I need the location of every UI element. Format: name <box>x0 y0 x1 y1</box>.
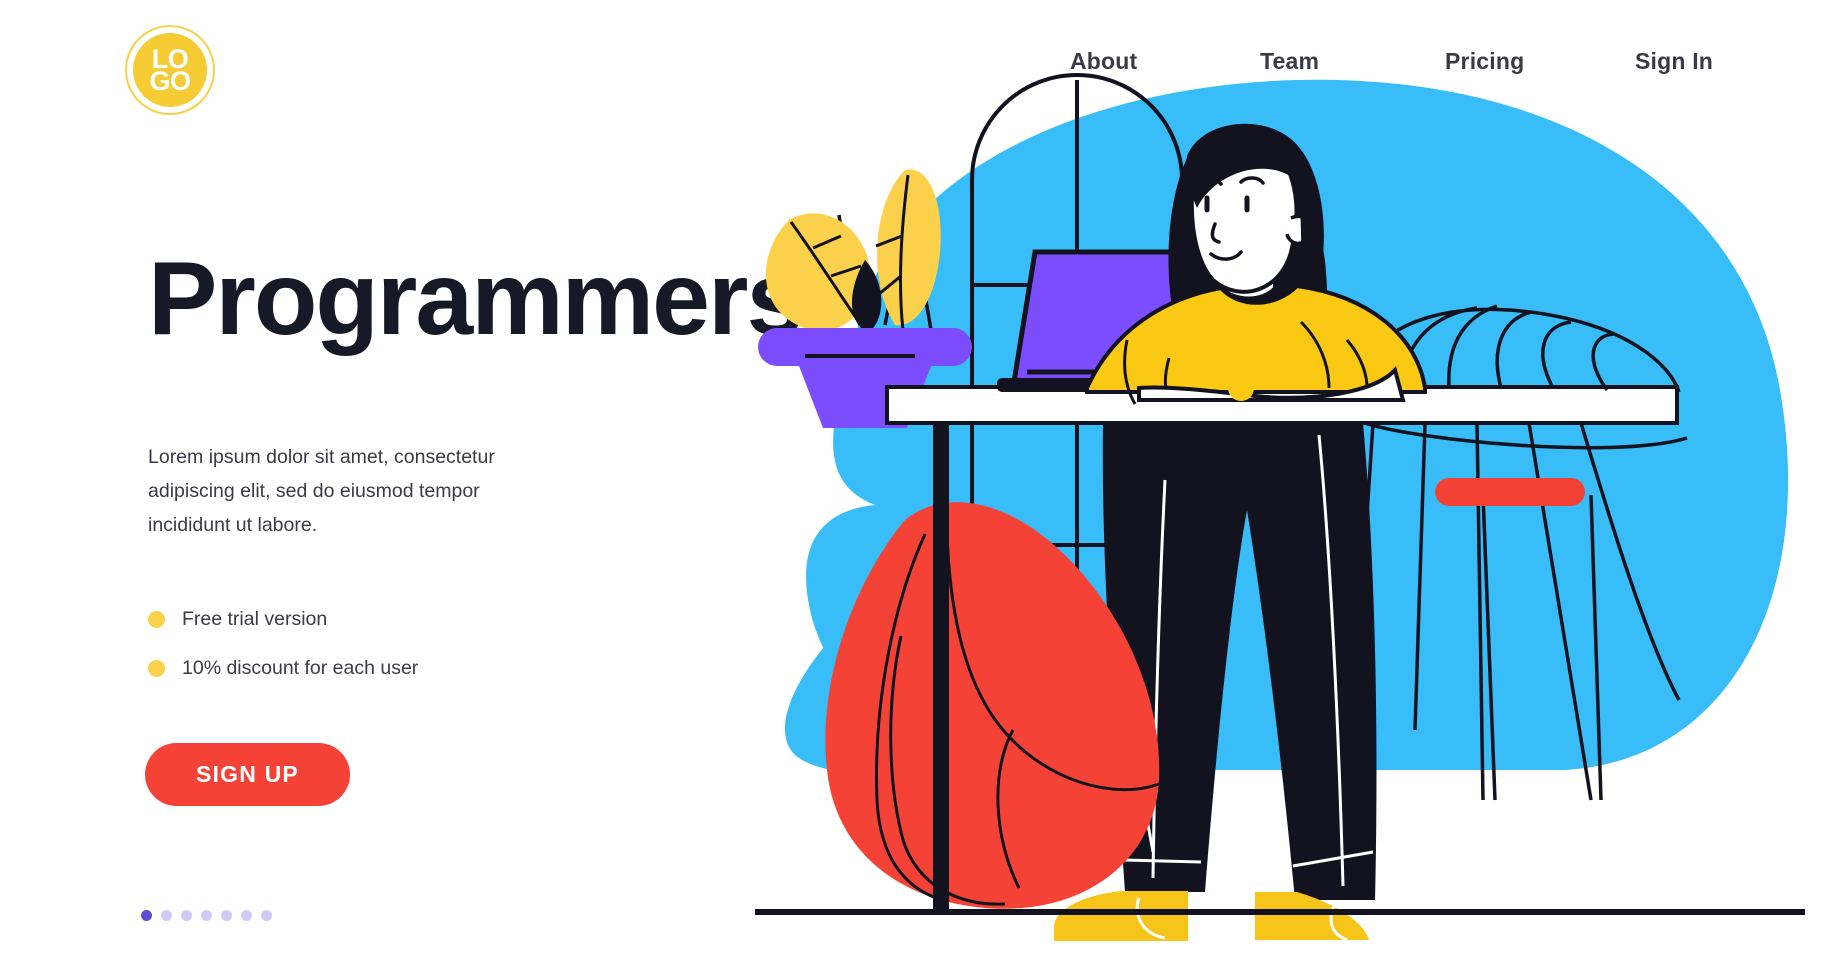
hero-illustration <box>735 40 1825 970</box>
bullet-dot-icon <box>148 611 165 628</box>
logo-disc: LO GO <box>133 33 207 107</box>
carousel-dot-7[interactable] <box>261 910 272 921</box>
bullet-dot-icon <box>148 660 165 677</box>
sign-up-button[interactable]: SIGN UP <box>145 743 350 806</box>
carousel-dot-5[interactable] <box>221 910 232 921</box>
list-item: Free trial version <box>148 608 418 631</box>
carousel-dot-1[interactable] <box>141 910 152 921</box>
chair-armrest <box>1435 478 1585 506</box>
feature-label: Free trial version <box>182 608 328 630</box>
list-item: 10% discount for each user <box>148 657 418 680</box>
desk-leg <box>933 423 949 910</box>
hero-paragraph: Lorem ipsum dolor sit amet, consectetur … <box>148 446 495 536</box>
landing-page: LO GO About Team Pricing Sign In Program… <box>0 0 1837 980</box>
logo[interactable]: LO GO <box>125 25 215 115</box>
illustration-svg <box>755 73 1805 942</box>
carousel-pagination <box>141 910 281 921</box>
feature-list: Free trial version 10% discount for each… <box>148 608 418 706</box>
carousel-dot-2[interactable] <box>161 910 172 921</box>
feature-label: 10% discount for each user <box>182 657 419 679</box>
logo-text-line-2: GO <box>149 66 191 96</box>
carousel-dot-6[interactable] <box>241 910 252 921</box>
carousel-dot-4[interactable] <box>201 910 212 921</box>
carousel-dot-3[interactable] <box>181 910 192 921</box>
